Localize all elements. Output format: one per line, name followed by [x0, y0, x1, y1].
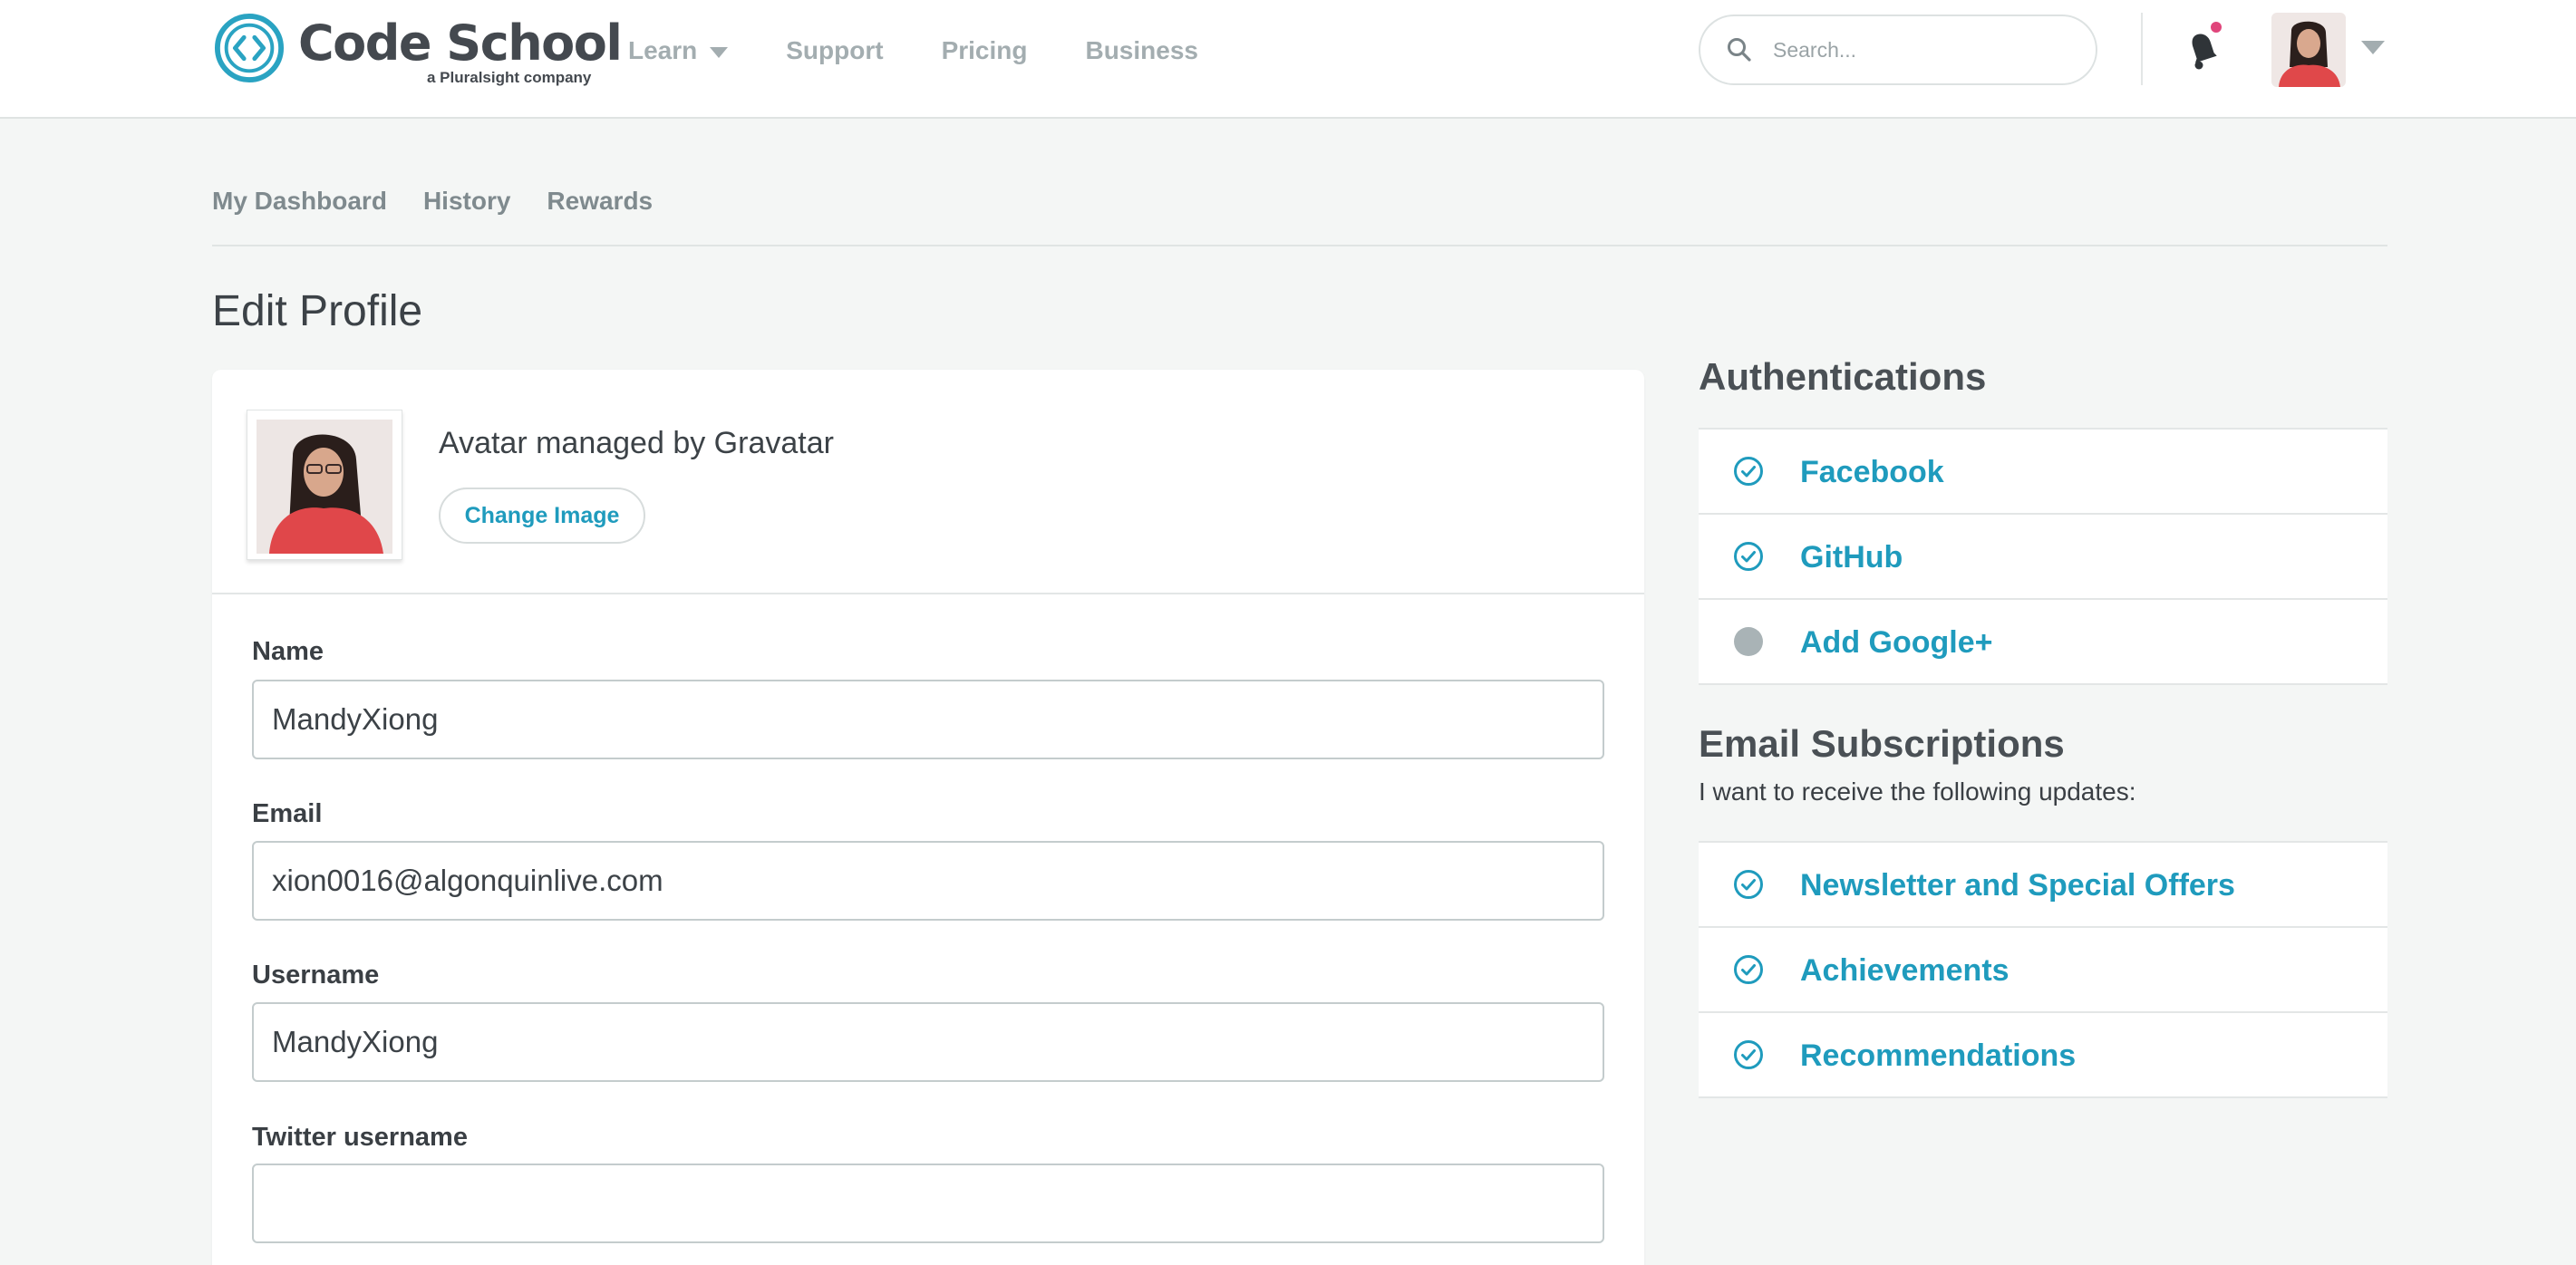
subscription-achievements[interactable]: Achievements — [1699, 928, 2387, 1013]
check-circle-icon — [1734, 1040, 1763, 1069]
avatar-section: Avatar managed by Gravatar Change Image — [212, 370, 1644, 594]
nav-learn[interactable]: Learn — [628, 36, 729, 65]
email-subscriptions-title: Email Subscriptions — [1699, 722, 2065, 765]
main-nav: Learn Support Pricing Business — [628, 33, 1256, 69]
subscription-newsletter-label: Newsletter and Special Offers — [1800, 868, 2235, 903]
header-divider — [2141, 13, 2143, 85]
bell-icon[interactable] — [2177, 20, 2232, 74]
profile-card: Avatar managed by Gravatar Change Image … — [212, 370, 1644, 1265]
notification-dot — [2211, 22, 2222, 33]
authentications-title: Authentications — [1699, 355, 1987, 398]
name-label: Name — [252, 637, 324, 666]
profile-photo-icon — [257, 420, 392, 554]
nav-pricing[interactable]: Pricing — [942, 36, 1028, 65]
auth-github-label: GitHub — [1800, 540, 1903, 575]
check-circle-icon — [1734, 542, 1763, 571]
nav-support[interactable]: Support — [786, 36, 883, 65]
subscription-achievements-label: Achievements — [1800, 953, 2009, 988]
subnav-history[interactable]: History — [423, 187, 510, 216]
subnav-rewards[interactable]: Rewards — [547, 187, 653, 216]
email-subscriptions-subtitle: I want to receive the following updates: — [1699, 777, 2136, 806]
email-subscriptions-list: Newsletter and Special Offers Achievemen… — [1699, 841, 2387, 1098]
chevron-down-icon — [710, 47, 729, 58]
twitter-username-field[interactable] — [252, 1164, 1604, 1243]
email-field[interactable] — [252, 841, 1604, 921]
top-header: Code School a Pluralsight company Learn … — [0, 0, 2576, 119]
search-icon — [1728, 38, 1751, 62]
check-circle-icon — [1734, 457, 1763, 486]
auth-facebook-label: Facebook — [1800, 455, 1944, 489]
code-school-logo-icon — [214, 13, 285, 83]
check-circle-icon — [1734, 870, 1763, 899]
subscription-recommendations-label: Recommendations — [1800, 1038, 2077, 1073]
nav-learn-label: Learn — [628, 36, 698, 64]
change-image-button[interactable]: Change Image — [439, 488, 645, 544]
user-avatar[interactable] — [2271, 13, 2346, 87]
subnav-my-dashboard[interactable]: My Dashboard — [212, 187, 387, 216]
chevron-down-icon[interactable] — [2361, 41, 2385, 54]
authentications-list: Facebook GitHub Add Google+ — [1699, 428, 2387, 685]
profile-avatar — [247, 410, 402, 560]
nav-business[interactable]: Business — [1085, 36, 1198, 65]
search-input[interactable] — [1773, 37, 2063, 63]
logo-wordmark: Code School — [298, 14, 623, 72]
auth-add-google-plus[interactable]: Add Google+ — [1699, 600, 2387, 685]
avatar-managed-text: Avatar managed by Gravatar — [439, 426, 834, 460]
page-title: Edit Profile — [212, 287, 423, 335]
auth-github[interactable]: GitHub — [1699, 515, 2387, 600]
subnav-divider — [212, 245, 2387, 246]
name-field[interactable] — [252, 680, 1604, 759]
check-circle-icon — [1734, 955, 1763, 984]
user-photo-icon — [2271, 13, 2346, 87]
username-field[interactable] — [252, 1002, 1604, 1082]
twitter-username-label: Twitter username — [252, 1123, 468, 1152]
grey-dot-icon — [1734, 627, 1763, 656]
logo-tagline: a Pluralsight company — [427, 69, 592, 86]
subscription-newsletter[interactable]: Newsletter and Special Offers — [1699, 843, 2387, 928]
email-label: Email — [252, 799, 323, 828]
search-box[interactable] — [1699, 14, 2097, 85]
code-school-logo[interactable]: Code School a Pluralsight company — [214, 13, 623, 89]
dashboard-subnav: My Dashboard History Rewards — [212, 187, 689, 216]
auth-add-google-plus-label: Add Google+ — [1800, 625, 1993, 660]
subscription-recommendations[interactable]: Recommendations — [1699, 1013, 2387, 1098]
auth-facebook[interactable]: Facebook — [1699, 430, 2387, 515]
username-label: Username — [252, 961, 380, 990]
